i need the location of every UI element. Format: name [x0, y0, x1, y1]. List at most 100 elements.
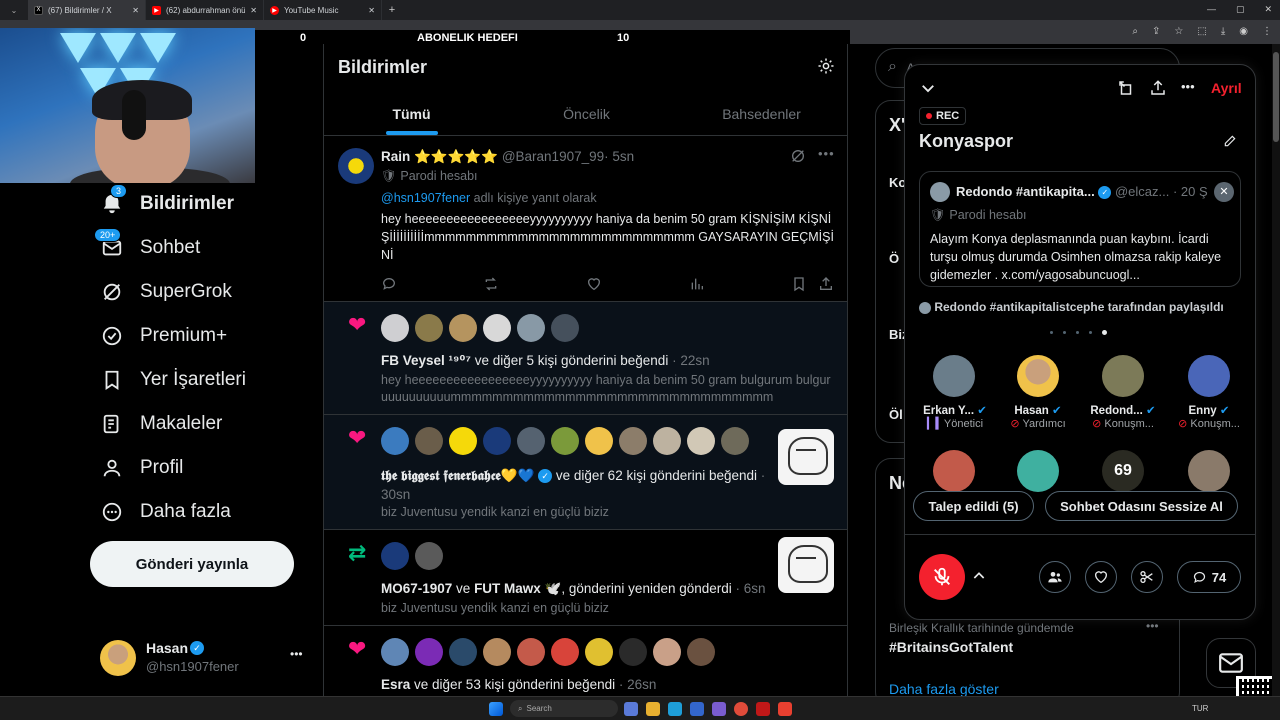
trend-partial[interactable]: Öl: [889, 407, 903, 422]
like-notification[interactable]: ❤ Esra ve diğer 53 kişi gönderini beğend…: [324, 626, 847, 696]
edge-icon[interactable]: [668, 702, 682, 716]
menu-icon[interactable]: ⋮: [1262, 26, 1272, 37]
profile-icon[interactable]: ◉: [1239, 26, 1248, 37]
avatar[interactable]: [381, 638, 409, 666]
avatar[interactable]: [551, 638, 579, 666]
tab-mentions[interactable]: Bahsedenler: [674, 98, 847, 135]
like-icon[interactable]: [586, 276, 602, 297]
tab-priority[interactable]: Öncelik: [499, 98, 674, 135]
avatar[interactable]: [619, 638, 647, 666]
close-pinned-icon[interactable]: ✕: [1214, 182, 1234, 202]
avatar[interactable]: [585, 427, 613, 455]
maximize-icon[interactable]: ▢: [1236, 4, 1245, 15]
avatar[interactable]: [517, 314, 545, 342]
avatar[interactable]: [619, 427, 647, 455]
browser-tab[interactable]: ▶ (62) abdurrahman önül mevlam ✕: [146, 0, 264, 20]
chevron-up-icon[interactable]: [971, 568, 987, 589]
star-icon[interactable]: ☆: [1174, 26, 1183, 37]
sidebar-item-supergrok[interactable]: SuperGrok: [100, 280, 232, 304]
show-more-link[interactable]: Daha fazla göster: [889, 681, 999, 697]
avatar[interactable]: [449, 638, 477, 666]
avatar[interactable]: [449, 427, 477, 455]
avatar[interactable]: [517, 427, 545, 455]
avatar[interactable]: [653, 638, 681, 666]
zoom-icon[interactable]: ⌕: [1132, 26, 1138, 37]
people-button[interactable]: [1039, 561, 1071, 593]
avatar[interactable]: [551, 314, 579, 342]
avatar[interactable]: [449, 314, 477, 342]
browser-tab[interactable]: ▶ YouTube Music ✕: [264, 0, 382, 20]
share-icon[interactable]: ⇪: [1152, 26, 1160, 37]
discord-icon[interactable]: [712, 702, 726, 716]
sidebar-item-profile[interactable]: Profil: [100, 456, 183, 480]
actor-name[interactable]: Esra: [381, 677, 410, 692]
avatar[interactable]: [483, 427, 511, 455]
post-thumbnail[interactable]: [778, 429, 834, 485]
avatar[interactable]: [517, 638, 545, 666]
avatar[interactable]: [1017, 450, 1059, 492]
avatar[interactable]: [653, 427, 681, 455]
like-notification[interactable]: ❤ 𝖙𝖍𝖊 𝖇𝖎𝖌𝖌𝖊𝖘𝖙 𝖋𝖊𝖓𝖊𝖗𝖇𝖆𝖍𝖈𝖊💛💙 ✓ ve diğer 62…: [324, 415, 847, 530]
scrollbar[interactable]: [1272, 44, 1280, 696]
minimize-icon[interactable]: —: [1207, 4, 1216, 15]
sidebar-item-more[interactable]: Daha fazla: [100, 500, 231, 524]
like-notification[interactable]: ❤ FB Veysel ¹⁹⁰⁷ ve diğer 5 kişi gönderi…: [324, 302, 847, 415]
avatar[interactable]: [585, 638, 613, 666]
trend-more-icon[interactable]: •••: [1146, 619, 1159, 633]
explorer-icon[interactable]: [646, 702, 660, 716]
sidebar-item-notifications[interactable]: 3 Bildirimler: [100, 184, 234, 216]
avatar[interactable]: [687, 427, 715, 455]
leave-button[interactable]: Ayrıl: [1211, 80, 1242, 96]
clip-button[interactable]: [1131, 561, 1163, 593]
mention-link[interactable]: @hsn1907fener: [381, 191, 470, 205]
avatar[interactable]: [483, 638, 511, 666]
actor-name[interactable]: MO67-1907: [381, 581, 452, 596]
pinned-post[interactable]: Redondo #antikapita... ✓ @elcaz... · 20 …: [919, 171, 1241, 287]
avatar[interactable]: [1188, 450, 1230, 492]
requests-button[interactable]: Talep edildi (5): [913, 491, 1034, 521]
participant[interactable]: Redond... ✔ ⊘ Konuşm...: [1077, 355, 1169, 430]
grok-icon[interactable]: [790, 148, 806, 169]
reply-notification[interactable]: Rain ⭐⭐⭐⭐⭐ @Baran1907_99· 5sn 🛡 Parodi h…: [324, 136, 847, 302]
avatar[interactable]: [381, 542, 409, 570]
collapse-icon[interactable]: [919, 79, 937, 102]
avatar[interactable]: [381, 427, 409, 455]
avatar[interactable]: [721, 427, 749, 455]
pip-icon[interactable]: [1117, 79, 1135, 102]
post-button[interactable]: Gönderi yayınla: [90, 541, 294, 587]
more-icon[interactable]: •••: [818, 146, 835, 161]
account-more-icon[interactable]: •••: [290, 647, 303, 661]
app-icon[interactable]: [778, 702, 792, 716]
adobe-icon[interactable]: [756, 702, 770, 716]
close-icon[interactable]: ✕: [132, 6, 139, 15]
actor-name[interactable]: FUT Mawx 🕊️: [474, 581, 561, 596]
sidebar-item-chat[interactable]: 20+ Sohbet: [94, 228, 200, 260]
close-icon[interactable]: ✕: [368, 6, 375, 15]
avatar[interactable]: [687, 638, 715, 666]
mic-toggle-button[interactable]: [919, 554, 965, 600]
taskview-icon[interactable]: [624, 702, 638, 716]
more-icon[interactable]: •••: [1181, 79, 1195, 94]
share-icon[interactable]: [818, 276, 834, 297]
edit-icon[interactable]: [1223, 134, 1237, 153]
avatar[interactable]: [415, 427, 443, 455]
avatar[interactable]: [933, 450, 975, 492]
avatar[interactable]: [551, 427, 579, 455]
mute-space-button[interactable]: Sohbet Odasını Sessize Al: [1045, 491, 1238, 521]
extensions-icon[interactable]: ⬚: [1197, 26, 1206, 37]
tab-all[interactable]: Tümü: [324, 98, 499, 135]
settings-gear-icon[interactable]: [817, 57, 835, 80]
store-icon[interactable]: [690, 702, 704, 716]
trend-partial[interactable]: Ö: [889, 251, 899, 266]
react-button[interactable]: [1085, 561, 1117, 593]
views-icon[interactable]: [689, 276, 705, 297]
reply-icon[interactable]: [381, 276, 397, 297]
avatar[interactable]: [415, 314, 443, 342]
share-icon[interactable]: [1149, 79, 1167, 102]
trend-name[interactable]: #BritainsGotTalent: [889, 639, 1013, 655]
new-tab-button[interactable]: +: [382, 4, 402, 16]
download-icon[interactable]: ⤓: [1221, 26, 1225, 37]
comments-button[interactable]: 74: [1177, 561, 1241, 593]
sidebar-item-articles[interactable]: Makaleler: [100, 412, 222, 436]
avatar[interactable]: [483, 314, 511, 342]
